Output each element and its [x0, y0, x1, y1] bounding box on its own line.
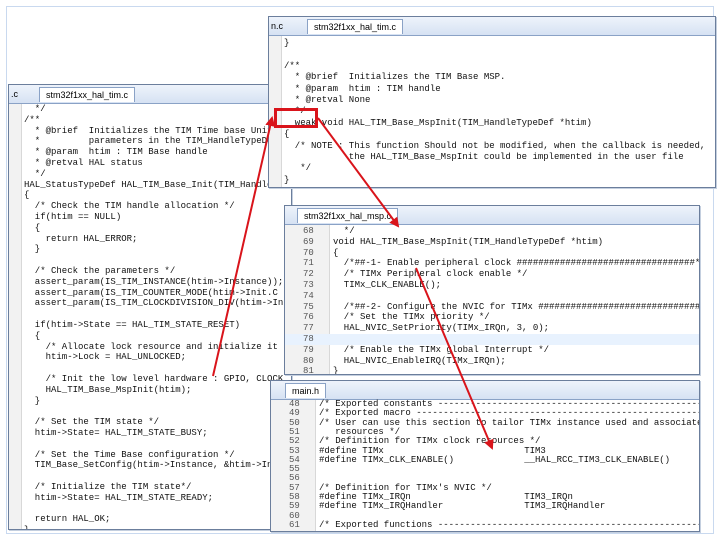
code-line: assert_param(IS_TIM_INSTANCE(htim->Insta…	[24, 276, 284, 287]
code-line: #define TIMx_CLK_ENABLE() __HAL_RCC_TIM3…	[319, 454, 671, 465]
line-number: 68	[303, 226, 314, 236]
code-line: /* Initialize the TIM state*/	[24, 482, 192, 492]
code-line: /* TIMx Peripheral clock enable */	[333, 269, 528, 280]
tab-bar: main.h	[271, 381, 699, 400]
line-number: 72	[303, 269, 314, 280]
line-number: 70	[303, 247, 314, 258]
line-number: 81	[303, 366, 314, 375]
code-line: */	[24, 168, 46, 179]
weak-keyword-highlight-box	[274, 108, 318, 128]
code-line: the HAL_TIM_Base_MspInit could be implem…	[284, 152, 684, 162]
code-line: /*##-2- Configure the NVIC for TIMx ####…	[343, 301, 700, 312]
code-line: /*##-1- Enable peripheral clock ########…	[333, 258, 700, 269]
code-line: /* Set the TIMx priority */	[333, 312, 490, 323]
code-line: if(htim->State == HAL_TIM_STATE_RESET)	[24, 320, 241, 330]
code-line: assert_param(IS_TIM_CLOCKDIVISION_DIV(ht…	[24, 298, 284, 309]
code-line: {	[333, 247, 339, 258]
code-line: {	[24, 330, 41, 341]
editor-gutter	[9, 104, 22, 529]
code-line: {	[24, 190, 30, 201]
code-line: __weak void HAL_TIM_Base_MspInit(TIM_Han…	[284, 117, 592, 128]
code-line: /* Set the TIM state */	[24, 417, 160, 428]
code-line: HAL_StatusTypeDef HAL_TIM_Base_Init(TIM_…	[24, 179, 278, 190]
code-line: /* NOTE : This function Should not be mo…	[284, 140, 706, 151]
code-line: void HAL_TIM_Base_MspInit(TIM_HandleType…	[333, 236, 604, 247]
code-line: TIMx_CLK_ENABLE();	[333, 280, 442, 290]
code-line: /* Enable the TIMx global Interrupt */	[333, 344, 550, 355]
line-number: 75	[303, 301, 314, 312]
code-line: /* Check the TIM handle allocation */	[24, 201, 235, 212]
code-line: HAL_NVIC_SetPriority(TIMx_IRQn, 3, 0);	[333, 323, 550, 334]
code-line: htim->State= HAL_TIM_STATE_READY;	[24, 492, 214, 503]
code-area[interactable]: 68 */ 69 void HAL_TIM_Base_MspInit(TIM_Han…	[285, 225, 699, 374]
code-line: }	[24, 395, 41, 406]
code-line: /* Check the parameters */	[24, 266, 176, 276]
code-line: * @param htim : TIM handle	[284, 83, 441, 94]
code-line: /* Set the Time Base configuration */	[24, 449, 235, 460]
code-line: * @brief Initializes the TIM Time base U…	[24, 125, 284, 136]
code-line: }	[24, 525, 29, 529]
line-number: 74	[303, 290, 314, 301]
code-line: {	[24, 222, 41, 233]
code-line: * @param htim : TIM Base handle	[24, 147, 208, 158]
editor-window-hal-tim-c-msp-weak: n.c stm32f1xx_hal_tim.c } /** * @brief In…	[268, 16, 716, 188]
code-line: * @retval HAL status	[24, 158, 143, 168]
code-area[interactable]: *//** * @brief Initializes the TIM Time …	[9, 104, 291, 529]
code-line: TIM_Base_SetConfig(htim->Instance, &htim…	[24, 460, 278, 471]
line-number: 61	[289, 519, 300, 530]
code-line: * parameters in the TIM_HandleTypeDef a	[24, 136, 289, 147]
tab-hal-tim-c[interactable]: stm32f1xx_hal_tim.c	[307, 19, 404, 34]
code-area[interactable]: } /** * @brief Initializes the TIM Base M…	[269, 36, 715, 187]
editor-window-hal-tim-c: .c stm32f1xx_hal_tim.c *//** * @brief In…	[8, 84, 292, 530]
code-line: */	[333, 226, 355, 236]
code-line: #define TIMx_IRQHandler TIM3_IRQHandler	[319, 501, 606, 512]
editor-window-hal-msp-c: stm32f1xx_hal_msp.c 68 */ 69 void HAL_TIM_…	[284, 205, 700, 375]
line-number: 78	[303, 334, 314, 344]
tab-stub-label[interactable]: .c	[9, 88, 20, 101]
code-line: /* Exported functions ------------------…	[319, 519, 700, 530]
line-number: 73	[303, 280, 314, 290]
code-line: {	[284, 129, 290, 140]
code-line: return HAL_OK;	[24, 514, 111, 525]
code-area[interactable]: 48/* Exported constants ----------------…	[271, 399, 700, 531]
line-number: 77	[303, 323, 314, 334]
tab-bar: stm32f1xx_hal_msp.c	[285, 206, 699, 225]
code-line: }	[333, 366, 339, 375]
line-number: 79	[303, 344, 314, 355]
code-line: htim->State= HAL_TIM_STATE_BUSY;	[24, 428, 208, 438]
code-line: * @brief Initializes the TIM Base MSP.	[284, 72, 506, 83]
code-line: HAL_NVIC_EnableIRQ(TIMx_IRQn);	[333, 355, 506, 366]
code-line: return HAL_ERROR;	[24, 233, 138, 244]
tab-hal-msp-c[interactable]: stm32f1xx_hal_msp.c	[297, 208, 399, 223]
code-line: }	[24, 244, 41, 255]
code-line: }	[284, 38, 290, 48]
current-line-highlight	[285, 334, 699, 345]
editor-window-main-h: main.h 48/* Exported constants ---------…	[270, 380, 700, 532]
code-line: HAL_TIM_Base_MspInit(htim);	[24, 384, 192, 395]
code-line: /**	[284, 60, 301, 71]
code-line: * @retval None	[284, 95, 371, 105]
line-number: 71	[303, 258, 314, 269]
tab-stub-label[interactable]: n.c	[269, 20, 285, 33]
code-line: */	[24, 104, 46, 114]
code-line: */	[284, 163, 312, 174]
tab-bar: .c stm32f1xx_hal_tim.c	[9, 85, 291, 104]
tab-hal-tim-c[interactable]: stm32f1xx_hal_tim.c	[39, 87, 136, 102]
line-number: 80	[303, 355, 314, 366]
code-line: /**	[24, 114, 41, 125]
code-line: htim->Lock = HAL_UNLOCKED;	[24, 352, 187, 363]
code-line: /* Init the low level hardware : GPIO, C…	[24, 374, 284, 384]
line-number: 69	[303, 236, 314, 247]
tab-bar: n.c stm32f1xx_hal_tim.c	[269, 17, 715, 36]
line-number: 76	[303, 312, 314, 323]
code-line: assert_param(IS_TIM_COUNTER_MODE(htim->I…	[24, 287, 278, 298]
code-line: if(htim == NULL)	[24, 212, 122, 222]
code-line: }	[284, 174, 290, 185]
code-line: /* Allocate lock resource and initialize…	[24, 341, 278, 352]
tab-main-h[interactable]: main.h	[285, 383, 327, 398]
